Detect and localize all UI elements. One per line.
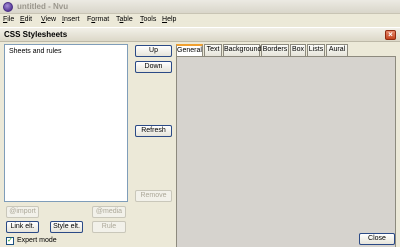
remove-button[interactable]: Remove — [135, 190, 172, 202]
link-element-button[interactable]: Link elt. — [6, 221, 39, 233]
rule-button[interactable]: Rule — [92, 221, 126, 233]
tab-text[interactable]: Text — [204, 44, 222, 56]
dialog-title: CSS Stylesheets — [4, 30, 68, 39]
refresh-button[interactable]: Refresh — [135, 125, 172, 137]
expert-mode-checkbox[interactable]: ✓ — [6, 237, 14, 245]
dialog-close-icon[interactable]: × — [385, 30, 396, 40]
style-element-button[interactable]: Style elt. — [50, 221, 83, 233]
list-item[interactable]: Sheets and rules — [9, 48, 62, 55]
menu-view[interactable]: View — [41, 16, 56, 23]
tab-box[interactable]: Box — [290, 44, 306, 56]
media-button[interactable]: @media — [92, 206, 126, 218]
menu-tools[interactable]: Tools — [140, 16, 156, 23]
menu-format[interactable]: Format — [87, 16, 109, 23]
tab-aural[interactable]: Aural — [326, 44, 348, 56]
tab-background[interactable]: Background — [223, 44, 261, 56]
import-button[interactable]: @import — [6, 206, 39, 218]
app-title-bar: untitled - Nvu — [0, 0, 400, 14]
down-button[interactable]: Down — [135, 61, 172, 73]
menu-help[interactable]: Help — [162, 16, 176, 23]
menu-edit[interactable]: Edit — [20, 16, 32, 23]
up-button[interactable]: Up — [135, 45, 172, 57]
tab-general[interactable]: General — [176, 44, 203, 56]
css-stylesheets-dialog: CSS Stylesheets × Sheets and rules Up Do… — [0, 27, 400, 247]
menu-insert[interactable]: Insert — [62, 16, 80, 23]
nvu-logo-icon — [3, 2, 13, 12]
menu-bar: File Edit View Insert Format Table Tools… — [0, 14, 400, 26]
menu-table[interactable]: Table — [116, 16, 133, 23]
menu-file[interactable]: File — [3, 16, 14, 23]
dialog-header: CSS Stylesheets × — [0, 28, 400, 42]
stylesheet-tree[interactable]: Sheets and rules — [4, 44, 128, 202]
tab-panel — [176, 56, 396, 247]
tab-borders[interactable]: Borders — [261, 44, 289, 56]
close-button[interactable]: Close — [359, 233, 395, 245]
expert-mode-label: Expert mode — [17, 237, 57, 244]
window-title: untitled - Nvu — [17, 2, 69, 11]
tab-lists[interactable]: Lists — [307, 44, 325, 56]
